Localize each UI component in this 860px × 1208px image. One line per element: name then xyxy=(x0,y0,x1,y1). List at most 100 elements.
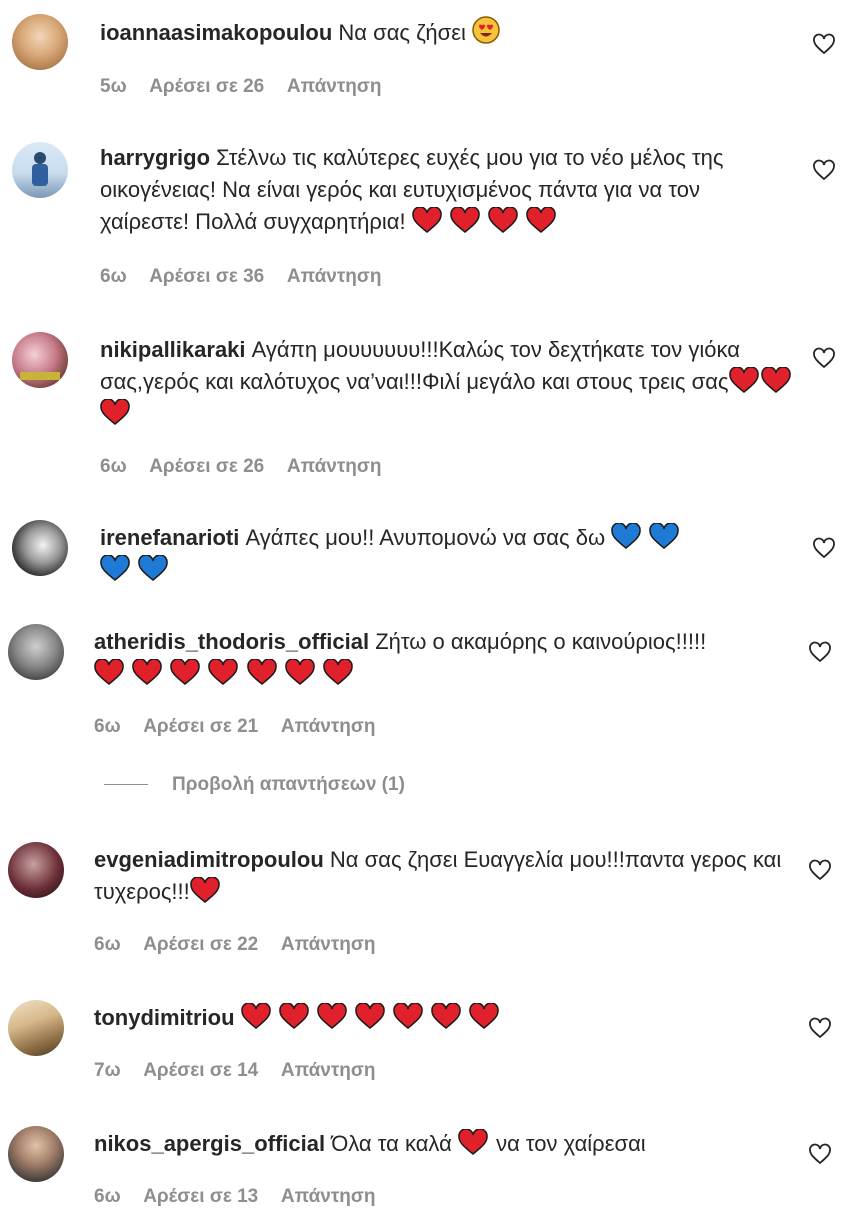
red-heart-emoji xyxy=(132,659,162,685)
like-heart-icon[interactable] xyxy=(808,640,832,664)
comment-username[interactable]: ioannaasimakopoulou xyxy=(100,20,332,45)
red-heart-emoji xyxy=(526,207,556,233)
comment-meta: 5ω Αρέσει σε 26 Απάντηση xyxy=(100,76,400,98)
view-replies-button[interactable]: Προβολή απαντήσεων (1) xyxy=(104,774,405,796)
comment-time: 7ω xyxy=(94,1060,121,1081)
red-heart-emoji xyxy=(355,1003,385,1029)
reply-button[interactable]: Απάντηση xyxy=(281,1186,376,1207)
avatar-badge xyxy=(20,372,60,380)
red-heart-emoji xyxy=(393,1003,423,1029)
like-heart-icon[interactable] xyxy=(812,158,836,182)
reply-button[interactable]: Απάντηση xyxy=(287,456,382,477)
red-heart-emoji xyxy=(431,1003,462,1029)
emoji-group xyxy=(411,207,558,234)
reply-button[interactable]: Απάντηση xyxy=(287,266,382,287)
red-heart-emoji xyxy=(170,659,201,685)
comment-username[interactable]: nikos_apergis_official xyxy=(94,1131,325,1156)
comment-username[interactable]: nikipallikaraki xyxy=(100,337,246,362)
like-heart-icon[interactable] xyxy=(812,32,836,56)
avatar[interactable] xyxy=(8,1000,64,1056)
avatar[interactable] xyxy=(8,842,64,898)
comment-text: tonydimitriou xyxy=(94,1002,794,1034)
blue-heart-emoji xyxy=(138,555,168,581)
red-heart-emoji xyxy=(279,1003,309,1029)
heart-eyes-emoji xyxy=(472,16,500,44)
comment-meta: 6ω Αρέσει σε 21 Απάντηση xyxy=(94,716,394,738)
red-heart-emoji xyxy=(284,659,315,685)
avatar[interactable] xyxy=(12,520,68,576)
red-heart-emoji xyxy=(760,367,791,393)
blue-heart-emoji xyxy=(611,523,642,549)
red-heart-emoji xyxy=(240,1003,271,1029)
comment-time: 6ω xyxy=(94,934,121,955)
comment-body: Ζήτω ο ακαμόρης ο καινούριος!!!!! xyxy=(375,629,707,654)
red-heart-emoji xyxy=(246,659,277,685)
comment-text: ioannaasimakopoulou Να σας ζήσει xyxy=(100,16,790,49)
avatar[interactable] xyxy=(8,1126,64,1182)
like-heart-icon[interactable] xyxy=(808,858,832,882)
likes-count[interactable]: Αρέσει σε 14 xyxy=(143,1060,258,1081)
comment-text: atheridis_thodoris_official Ζήτω ο ακαμό… xyxy=(94,626,794,690)
comment-username[interactable]: irenefanarioti xyxy=(100,525,239,550)
red-heart-emoji xyxy=(469,1003,500,1029)
blue-heart-emoji xyxy=(649,523,680,549)
red-heart-emoji xyxy=(458,1129,488,1155)
comment-body: Αγάπες μου!! Ανυπομονώ να σας δω xyxy=(245,525,606,550)
like-heart-icon[interactable] xyxy=(808,1142,832,1166)
like-heart-icon[interactable] xyxy=(812,346,836,370)
avatar-figure-icon xyxy=(32,152,48,186)
likes-count[interactable]: Αρέσει σε 21 xyxy=(143,716,258,737)
comment-time: 6ω xyxy=(100,266,127,287)
comment-text: evgeniadimitropoulou Να σας ζησει Ευαγγε… xyxy=(94,844,794,908)
red-heart-emoji xyxy=(728,367,759,393)
comment-meta: 6ω Αρέσει σε 26 Απάντηση xyxy=(100,456,400,478)
red-heart-emoji xyxy=(411,207,442,233)
comment-meta: 6ω Αρέσει σε 36 Απάντηση xyxy=(100,266,400,288)
comment-time: 5ω xyxy=(100,76,127,97)
likes-count[interactable]: Αρέσει σε 22 xyxy=(143,934,258,955)
likes-count[interactable]: Αρέσει σε 26 xyxy=(149,456,264,477)
comment-body: Να σας ζήσει xyxy=(338,20,466,45)
comment-text: harrygrigo Στέλνω τις καλύτερες ευχές μο… xyxy=(100,142,790,238)
comment-time: 6ω xyxy=(94,1186,121,1207)
emoji-group xyxy=(240,1003,502,1030)
avatar[interactable] xyxy=(12,332,68,388)
comment-meta: 6ω Αρέσει σε 22 Απάντηση xyxy=(94,934,394,956)
like-heart-icon[interactable] xyxy=(812,536,836,560)
view-replies-label: Προβολή απαντήσεων (1) xyxy=(172,774,405,795)
comment-meta: 7ω Αρέσει σε 14 Απάντηση xyxy=(94,1060,394,1082)
red-heart-emoji xyxy=(488,207,518,233)
red-heart-emoji xyxy=(317,1003,347,1029)
comment-text: nikipallikaraki Αγάπη μουυυυυυ!!!Καλώς τ… xyxy=(100,334,800,430)
emoji-group xyxy=(94,659,355,686)
avatar[interactable] xyxy=(12,14,68,70)
reply-button[interactable]: Απάντηση xyxy=(281,1060,376,1081)
comment-username[interactable]: evgeniadimitropoulou xyxy=(94,847,324,872)
reply-divider xyxy=(104,784,148,786)
red-heart-emoji xyxy=(190,877,220,903)
comment-text: nikos_apergis_official Όλα τα καλά να το… xyxy=(94,1128,794,1160)
red-heart-emoji xyxy=(322,659,353,685)
comment-meta: 6ω Αρέσει σε 13 Απάντηση xyxy=(94,1186,394,1208)
likes-count[interactable]: Αρέσει σε 13 xyxy=(143,1186,258,1207)
comment-username[interactable]: atheridis_thodoris_official xyxy=(94,629,369,654)
red-heart-emoji xyxy=(450,207,480,233)
comment-time: 6ω xyxy=(94,716,121,737)
avatar[interactable] xyxy=(8,624,64,680)
likes-count[interactable]: Αρέσει σε 26 xyxy=(149,76,264,97)
red-heart-emoji xyxy=(94,659,124,685)
like-heart-icon[interactable] xyxy=(808,1016,832,1040)
reply-button[interactable]: Απάντηση xyxy=(287,76,382,97)
blue-heart-emoji xyxy=(100,555,130,581)
comment-time: 6ω xyxy=(100,456,127,477)
comment-username[interactable]: tonydimitriou xyxy=(94,1005,235,1030)
comment-body: Όλα τα καλά xyxy=(331,1131,452,1156)
red-heart-emoji xyxy=(208,659,239,685)
reply-button[interactable]: Απάντηση xyxy=(281,716,376,737)
likes-count[interactable]: Αρέσει σε 36 xyxy=(149,266,264,287)
red-heart-emoji xyxy=(100,399,130,425)
avatar[interactable] xyxy=(12,142,68,198)
reply-button[interactable]: Απάντηση xyxy=(281,934,376,955)
comment-text: irenefanarioti Αγάπες μου!! Ανυπομονώ να… xyxy=(100,522,700,586)
comment-username[interactable]: harrygrigo xyxy=(100,145,210,170)
